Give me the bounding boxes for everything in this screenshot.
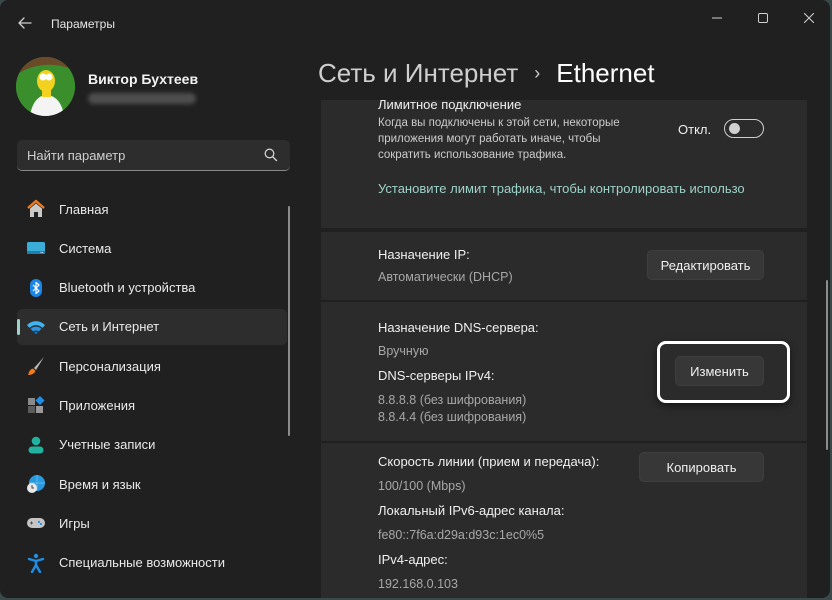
sidebar-item-label: Bluetooth и устройства xyxy=(59,280,196,296)
ipv6-value: fe80::7f6a:d29a:d93c:1ec0%5 xyxy=(378,528,545,542)
description-line: Когда вы подключены к этой сети, некотор… xyxy=(378,117,620,129)
description-line: приложения могут работать иначе, чтобы xyxy=(378,133,601,145)
display-icon xyxy=(26,238,46,258)
ip-assignment-label: Назначение IP: xyxy=(378,247,470,262)
minimize-icon xyxy=(712,17,722,19)
chevron-right-icon: › xyxy=(534,63,541,83)
description-line: сократить использование трафика. xyxy=(378,149,567,161)
breadcrumb-parent[interactable]: Сеть и Интернет xyxy=(318,58,518,89)
settings-window: Параметры Виктор Бухтеев Найти параметр … xyxy=(0,0,830,598)
dns-assignment-label: Назначение DNS-сервера: xyxy=(378,320,539,335)
sidebar-item-bluetooth[interactable]: Bluetooth и устройства xyxy=(17,270,287,306)
sidebar-item-network[interactable]: Сеть и Интернет xyxy=(17,308,287,345)
time-language-icon xyxy=(26,474,46,494)
search-box[interactable] xyxy=(17,140,290,171)
wifi-icon xyxy=(26,317,46,337)
maximize-icon xyxy=(758,13,768,23)
sidebar-item-home[interactable]: Главная xyxy=(17,191,287,227)
metered-title: Лимитное подключение xyxy=(378,100,522,112)
breadcrumb: Сеть и Интернет › Ethernet xyxy=(318,58,655,89)
arrow-left-icon xyxy=(18,17,32,29)
maximize-button[interactable] xyxy=(740,3,786,33)
sidebar-item-label: Система xyxy=(59,240,112,256)
settings-content: Лимитное подключение Когда вы подключены… xyxy=(321,100,807,598)
app-title: Параметры xyxy=(51,17,115,31)
avatar-image-icon xyxy=(16,57,75,116)
home-icon xyxy=(26,199,46,219)
gamepad-icon xyxy=(26,513,46,533)
minimize-button[interactable] xyxy=(694,3,740,33)
sidebar-item-gaming[interactable]: Игры xyxy=(17,505,287,541)
metered-toggle[interactable] xyxy=(724,119,764,138)
bluetooth-icon xyxy=(26,278,46,298)
brush-icon xyxy=(26,356,46,376)
account-icon xyxy=(26,435,46,455)
main-scrollbar[interactable] xyxy=(826,280,828,450)
title-bar: Параметры xyxy=(0,0,830,46)
sidebar-item-time-language[interactable]: Время и язык xyxy=(17,466,287,502)
dns-servers-label: DNS-серверы IPv4: xyxy=(378,368,495,383)
close-icon xyxy=(804,13,814,23)
data-limit-link[interactable]: Установите лимит трафика, чтобы контроли… xyxy=(378,181,745,196)
sidebar-item-label: Сеть и Интернет xyxy=(59,319,160,335)
apps-icon xyxy=(26,395,46,415)
sidebar-item-label: Приложения xyxy=(59,397,136,413)
edit-dns-button[interactable]: Изменить xyxy=(675,356,764,386)
ip-assignment-card: Назначение IP: Автоматически (DHCP) Реда… xyxy=(321,232,807,300)
user-email-blurred xyxy=(88,93,196,104)
sidebar-item-label: Учетные записи xyxy=(59,437,156,453)
edit-ip-button[interactable]: Редактировать xyxy=(647,250,764,280)
sidebar-item-system[interactable]: Система xyxy=(17,230,287,266)
page-title: Ethernet xyxy=(556,58,655,88)
sidebar-nav: Главная Система Bluetooth и устройства С… xyxy=(17,191,287,584)
link-speed-value: 100/100 (Mbps) xyxy=(378,479,466,493)
connection-properties-card: Скорость линии (прием и передача): 100/1… xyxy=(321,443,807,598)
sidebar-item-personalization[interactable]: Персонализация xyxy=(17,348,287,384)
copy-button[interactable]: Копировать xyxy=(639,452,764,482)
dns-server-secondary: 8.8.4.4 (без шифрования) xyxy=(378,410,527,424)
sidebar-item-apps[interactable]: Приложения xyxy=(17,387,287,423)
metered-description: Когда вы подключены к этой сети, некотор… xyxy=(378,115,620,163)
toggle-knob xyxy=(729,123,740,134)
search-icon[interactable] xyxy=(264,148,278,162)
sidebar-scrollbar[interactable] xyxy=(288,206,290,436)
dns-server-primary: 8.8.8.8 (без шифрования) xyxy=(378,393,527,407)
metered-connection-card: Лимитное подключение Когда вы подключены… xyxy=(321,100,807,228)
sidebar-item-label: Персонализация xyxy=(59,358,161,374)
link-speed-label: Скорость линии (прием и передача): xyxy=(378,454,600,469)
sidebar-item-label: Главная xyxy=(59,201,109,217)
toggle-state-label: Откл. xyxy=(678,122,712,137)
sidebar-item-label: Время и язык xyxy=(59,476,141,492)
sidebar-item-accounts[interactable]: Учетные записи xyxy=(17,427,287,463)
search-input[interactable] xyxy=(27,140,257,170)
ipv6-label: Локальный IPv6-адрес канала: xyxy=(378,503,565,518)
sidebar-item-accessibility[interactable]: Специальные возможности xyxy=(17,545,287,581)
ip-assignment-value: Автоматически (DHCP) xyxy=(378,270,513,284)
ipv4-value: 192.168.0.103 xyxy=(378,577,458,591)
ipv4-label: IPv4-адрес: xyxy=(378,552,448,567)
close-button[interactable] xyxy=(786,3,830,33)
back-button[interactable] xyxy=(12,10,38,36)
dns-assignment-value: Вручную xyxy=(378,344,429,358)
accessibility-icon xyxy=(26,553,46,573)
sidebar-item-label: Игры xyxy=(59,515,90,531)
avatar[interactable] xyxy=(16,57,75,116)
user-name: Виктор Бухтеев xyxy=(88,71,199,87)
sidebar-item-label: Специальные возможности xyxy=(59,555,225,571)
